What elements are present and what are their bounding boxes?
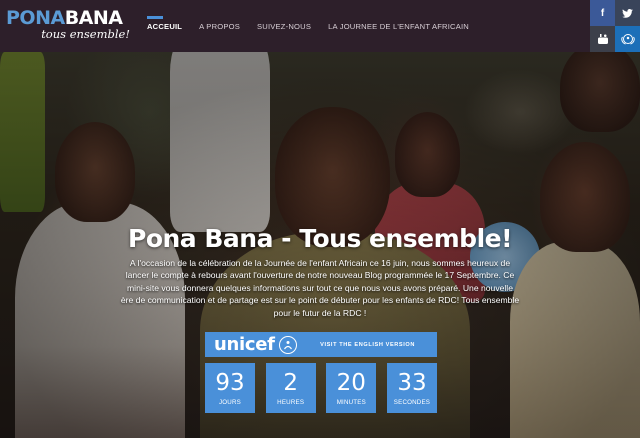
logo-part-pona: PONA (6, 7, 65, 29)
main-nav: ACCEUIL A PROPOS SUIVEZ-NOUS LA JOURNEE … (147, 0, 486, 52)
nav-item-a-propos[interactable]: A PROPOS (199, 0, 240, 52)
site-logo[interactable]: PONABANA tous ensemble! (6, 8, 136, 41)
social-links: f (590, 0, 640, 52)
twitter-glyph (622, 8, 633, 18)
logo-tagline: tous ensemble! (41, 27, 130, 41)
countdown-value: 33 (397, 370, 427, 396)
youtube-icon[interactable] (590, 26, 615, 52)
unicef-icon[interactable] (615, 26, 640, 52)
countdown-label: HEURES (277, 399, 305, 406)
countdown-value: 2 (283, 370, 298, 396)
facebook-glyph: f (600, 7, 605, 19)
countdown-value: 20 (336, 370, 366, 396)
facebook-icon[interactable]: f (590, 0, 615, 26)
countdown-value: 93 (215, 370, 245, 396)
unicef-glyph (620, 34, 635, 45)
countdown-minutes: 20 MINUTES (326, 363, 377, 413)
youtube-glyph (597, 34, 608, 44)
unicef-banner: unicef VISIT THE ENGLISH VERSION (205, 332, 437, 357)
english-version-link[interactable]: VISIT THE ENGLISH VERSION (320, 342, 415, 348)
countdown: 93 JOURS 2 HEURES 20 MINUTES 33 SECONDES (205, 363, 437, 413)
countdown-label: JOURS (219, 399, 241, 406)
countdown-hours: 2 HEURES (265, 363, 316, 413)
countdown-label: SECONDES (393, 399, 431, 406)
nav-item-journee-enfant-africain[interactable]: LA JOURNEE DE L'ENFANT AFRICAIN (328, 0, 469, 52)
unicef-emblem-glyph (283, 340, 292, 349)
logo-wordmark: PONABANA (6, 8, 136, 28)
hero-intro-text: A l'occasion de la célébration de la Jou… (120, 258, 520, 318)
countdown-days: 93 JOURS (205, 363, 255, 413)
twitter-icon[interactable] (615, 0, 640, 26)
hero-headline: Pona Bana - Tous ensemble! (128, 224, 513, 253)
unicef-logo: unicef (214, 334, 275, 355)
nav-item-suivez-nous[interactable]: SUIVEZ-NOUS (257, 0, 311, 52)
unicef-emblem-icon (278, 335, 297, 354)
countdown-seconds: 33 SECONDES (386, 363, 437, 413)
logo-part-bana: BANA (64, 7, 123, 29)
nav-item-acceuil[interactable]: ACCEUIL (147, 0, 182, 52)
countdown-label: MINUTES (336, 399, 366, 406)
site-header: PONABANA tous ensemble! ACCEUIL A PROPOS… (0, 0, 640, 52)
